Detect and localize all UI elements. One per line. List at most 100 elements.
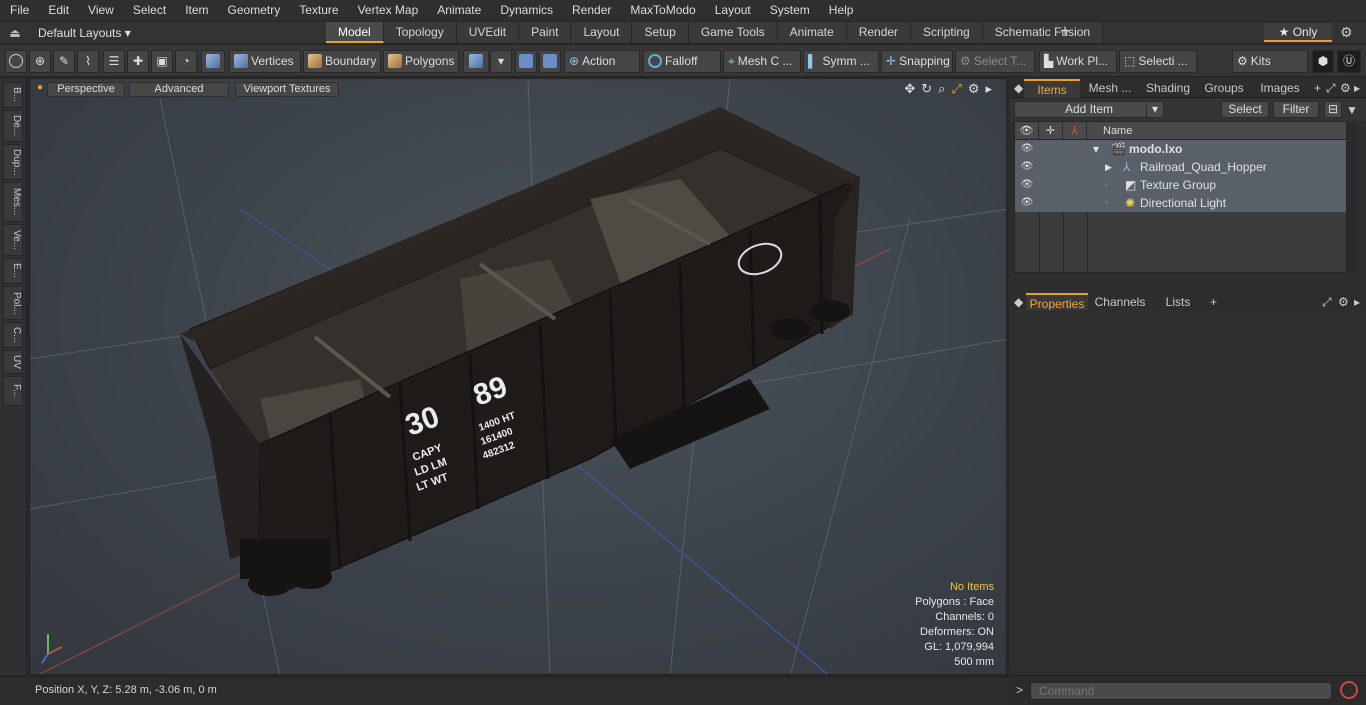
action-center-button[interactable]: ⊕ Action (564, 50, 640, 73)
left-tab-uv[interactable]: UV (3, 350, 23, 374)
select-button[interactable]: Select (1221, 101, 1269, 118)
viewport-dot-icon[interactable]: ● (37, 82, 43, 93)
viewport-textures-selector[interactable]: Viewport Textures (235, 82, 339, 97)
tab-items[interactable]: Items (1024, 79, 1080, 98)
shading-advanced-selector[interactable]: Advanced (129, 82, 229, 97)
menu-geometry[interactable]: Geometry (218, 0, 290, 21)
menu-select[interactable]: Select (123, 0, 175, 21)
material-mode-button[interactable] (463, 50, 489, 73)
snap-settings-button[interactable] (515, 50, 537, 73)
item-row-scene[interactable]: 👁 ▾ 🎬 modo.lxo (1015, 140, 1346, 158)
panel-gear-icon[interactable]: ⚙ (1338, 293, 1349, 311)
panel-menu-icon[interactable]: ◆ (1014, 79, 1023, 97)
left-tab-vertex[interactable]: Ve... (3, 224, 23, 256)
tab-game-tools[interactable]: Game Tools (688, 22, 778, 43)
mesh-constraint-button[interactable]: ⌖ Mesh C ... (723, 50, 801, 73)
align-tool-button[interactable]: ☰ (103, 50, 125, 73)
unity-button[interactable]: ⬢ (1312, 50, 1334, 73)
viewport-gear-icon[interactable]: ⚙ (968, 81, 980, 97)
tab-topology[interactable]: Topology (383, 22, 457, 43)
add-item-button[interactable]: Add Item (1014, 101, 1164, 118)
boundary-mode-button[interactable]: Boundary (303, 50, 381, 73)
panel-gear-icon[interactable]: ⚙ (1340, 79, 1351, 97)
pen-tool-button[interactable]: ✎ (53, 50, 75, 73)
item-row-texture-group[interactable]: 👁 • ◩ Texture Group (1015, 176, 1346, 194)
menu-edit[interactable]: Edit (38, 0, 78, 21)
left-tab-mesh-edit[interactable]: Mes... (3, 182, 23, 222)
snapping-button[interactable]: ✛ Snapping (881, 50, 953, 73)
menu-vertex-map[interactable]: Vertex Map (348, 0, 428, 21)
filter-button[interactable]: Filter (1273, 101, 1319, 118)
tab-render[interactable]: Render (846, 22, 912, 43)
left-tab-polygon[interactable]: Pol... (3, 286, 23, 320)
funnel-icon[interactable]: ▼ (1346, 101, 1358, 119)
tab-scripting[interactable]: Scripting (911, 22, 983, 43)
menu-view[interactable]: View (78, 0, 123, 21)
unreal-button[interactable]: Ⓤ (1337, 50, 1361, 73)
tab-groups[interactable]: Groups (1198, 79, 1250, 98)
add-tab-icon[interactable]: + (1056, 22, 1074, 43)
panel-expand-icon[interactable]: ⤢ (1326, 79, 1336, 97)
eye-icon[interactable]: 👁 (1019, 176, 1035, 194)
symmetry-button[interactable]: ▌ Symm ... (803, 50, 879, 73)
left-tab-deform[interactable]: De... (3, 110, 23, 142)
material-dropdown-button[interactable]: ▾ (490, 50, 512, 73)
kits-button[interactable]: ⚙ Kits (1232, 50, 1308, 73)
menu-animate[interactable]: Animate (427, 0, 490, 21)
item-row-mesh[interactable]: 👁 ▶ ⅄ Railroad_Quad_Hopper (1015, 158, 1346, 176)
view-mode-selector[interactable]: Perspective (47, 82, 125, 97)
record-macro-icon[interactable] (1340, 681, 1358, 699)
menu-help[interactable]: Help (819, 0, 863, 21)
vertices-mode-button[interactable]: Vertices (229, 50, 301, 73)
eye-icon[interactable]: 👁 (1019, 194, 1035, 212)
selection-sets-button[interactable]: ⬚ Selecti ... (1119, 50, 1197, 73)
symmetry-settings-button[interactable] (539, 50, 561, 73)
maximize-view-icon[interactable]: ⤢ (951, 81, 961, 97)
eye-icon[interactable]: 👁 (1019, 158, 1035, 176)
gear-icon[interactable]: ⚙ (1340, 22, 1353, 43)
select-circle-button[interactable] (5, 50, 27, 73)
expand-arrow-icon[interactable]: ▶ (1105, 158, 1112, 176)
add-item-dropdown[interactable]: ▾ (1146, 101, 1164, 118)
zoom-view-icon[interactable]: ⌕ (938, 81, 945, 97)
panel-more-icon[interactable]: ▸ (1354, 79, 1360, 97)
panel-add-tab-icon[interactable]: + (1314, 79, 1321, 97)
left-tab-curve[interactable]: C... (3, 322, 23, 348)
rotate-view-icon[interactable]: ↻ (921, 81, 932, 97)
globe-button[interactable]: ⊕ (29, 50, 51, 73)
panel-menu-icon[interactable]: ◆ (1014, 293, 1023, 311)
command-input[interactable] (1030, 682, 1332, 700)
panel-more-icon[interactable]: ▸ (1354, 293, 1360, 311)
menu-layout[interactable]: Layout (705, 0, 760, 21)
menu-render[interactable]: Render (562, 0, 620, 21)
items-mode-button[interactable] (201, 50, 225, 73)
menu-maxtomodo[interactable]: MaxToModo (620, 0, 704, 21)
work-plane-button[interactable]: ▙ Work Pl... (1039, 50, 1117, 73)
menu-system[interactable]: System (760, 0, 819, 21)
layout-selector[interactable]: Default Layouts ▾ (30, 26, 330, 40)
tab-schematic-fusion[interactable]: Schematic Fusion (982, 22, 1104, 43)
tab-layout[interactable]: Layout (571, 22, 633, 43)
menu-texture[interactable]: Texture (289, 0, 347, 21)
viewport-more-icon[interactable]: ▸ (985, 81, 992, 97)
tab-paint[interactable]: Paint (519, 22, 572, 43)
3d-viewport[interactable]: 30 89 CAPY LD LM LT WT 1400 HT 161400 48… (29, 78, 1007, 675)
center-tool-button[interactable]: ✚ (127, 50, 149, 73)
eye-icon[interactable]: 👁 (1019, 140, 1035, 158)
polygons-mode-button[interactable]: Polygons (383, 50, 459, 73)
expand-arrow-icon[interactable]: ▾ (1093, 140, 1099, 158)
menu-dynamics[interactable]: Dynamics (490, 0, 562, 21)
tab-mesh[interactable]: Mesh ... (1082, 79, 1138, 98)
select-through-button[interactable]: ⚙ Select T... (955, 50, 1035, 73)
item-row-light[interactable]: 👁 • ✺ Directional Light (1015, 194, 1346, 212)
name-column-header[interactable]: Name (1095, 122, 1345, 140)
tab-shading[interactable]: Shading (1140, 79, 1196, 98)
panel-expand-icon[interactable]: ⤢ (1322, 293, 1332, 311)
tab-uvedit[interactable]: UVEdit (456, 22, 520, 43)
layout-expand-icon[interactable]: ⏏ (0, 26, 30, 40)
collapse-button[interactable]: ⊟ (1324, 101, 1342, 118)
menu-file[interactable]: File (0, 0, 38, 21)
item-list-scrollbar[interactable] (1347, 121, 1357, 273)
menu-item[interactable]: Item (175, 0, 217, 21)
left-tab-edge[interactable]: E... (3, 258, 23, 284)
